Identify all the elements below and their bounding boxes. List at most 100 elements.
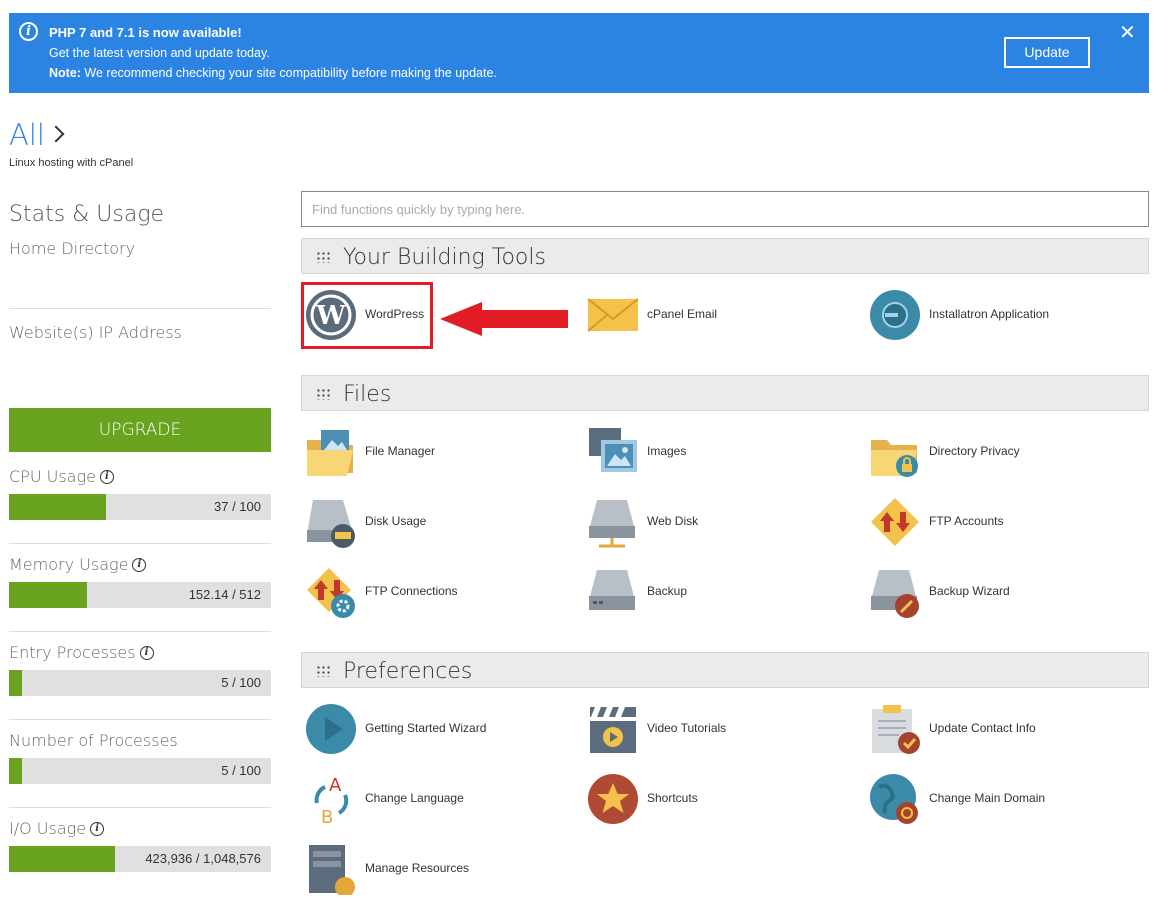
info-icon[interactable]: i — [90, 821, 105, 836]
section-header-files[interactable]: Files — [301, 375, 1149, 411]
highlight-box — [301, 282, 433, 349]
chevron-right-icon[interactable] — [47, 125, 65, 143]
section-header-preferences[interactable]: Preferences — [301, 652, 1149, 688]
banner-note-label: Note: — [49, 66, 81, 80]
upgrade-button[interactable]: UPGRADE — [9, 408, 271, 452]
language-icon: AB — [305, 773, 357, 828]
info-icon[interactable]: i — [139, 645, 154, 660]
usage-bar: 5 / 100 — [9, 670, 271, 696]
stat-label-text: Number of Processes — [9, 731, 178, 750]
installatron-icon — [869, 289, 921, 341]
divider — [9, 807, 271, 808]
red-arrow-icon — [440, 302, 568, 336]
tool-item-label: Installatron Application — [929, 307, 1050, 321]
search-input[interactable] — [301, 191, 1149, 227]
web-disk-icon — [587, 496, 639, 548]
tool-item-label: Backup — [647, 584, 688, 598]
usage-value: 423,936 / 1,048,576 — [145, 851, 261, 866]
server-gear-icon — [305, 843, 357, 897]
backup-wizard-icon — [869, 566, 921, 618]
usage-value: 5 / 100 — [221, 763, 261, 778]
info-icon[interactable]: i — [132, 557, 147, 572]
usage-value: 152.14 / 512 — [188, 587, 261, 602]
globe-icon — [869, 773, 921, 825]
tool-item-web-disk[interactable]: Web Disk — [587, 494, 857, 548]
drag-handle-icon[interactable] — [316, 388, 330, 400]
home-directory-label: Home Directory — [9, 239, 136, 258]
usage-bar: 423,936 / 1,048,576 — [9, 846, 271, 872]
tool-item-backup-wizard[interactable]: Backup Wizard — [869, 564, 1139, 618]
stat-label: CPU Usage i — [9, 467, 114, 486]
tool-item-images[interactable]: Images — [587, 424, 857, 478]
clipboard-check-icon — [869, 703, 921, 755]
ip-address-label: Website(s) IP Address — [9, 323, 182, 342]
tool-item-installatron-application[interactable]: Installatron Application — [869, 287, 1139, 341]
breadcrumb-all[interactable]: All — [9, 118, 45, 152]
usage-bar-fill — [9, 758, 22, 784]
tool-item-label: Backup Wizard — [929, 584, 1010, 598]
tool-item-backup[interactable]: Backup — [587, 564, 857, 618]
page-subtitle: Linux hosting with cPanel — [9, 157, 134, 169]
tool-item-change-main-domain[interactable]: Change Main Domain — [869, 771, 1139, 825]
divider — [9, 308, 271, 309]
usage-value: 5 / 100 — [221, 675, 261, 690]
ftp-accounts-icon — [869, 496, 921, 548]
images-icon — [587, 426, 639, 478]
tool-item-ftp-connections[interactable]: FTP Connections — [305, 564, 575, 618]
tool-item-video-tutorials[interactable]: Video Tutorials — [587, 701, 857, 755]
folder-lock-icon — [869, 426, 921, 478]
tool-item-label: Images — [647, 444, 687, 458]
tool-item-label: Change Main Domain — [929, 791, 1046, 805]
usage-bar-fill — [9, 670, 22, 696]
tool-item-file-manager[interactable]: File Manager — [305, 424, 575, 478]
notification-banner: i PHP 7 and 7.1 is now available! Get th… — [9, 13, 1149, 93]
usage-bar-fill — [9, 582, 87, 608]
stat-label: Memory Usage i — [9, 555, 147, 574]
stat-label: Number of Processes — [9, 731, 178, 750]
section-title: Your Building Tools — [343, 245, 546, 270]
tool-item-change-language[interactable]: A B Change Language — [305, 771, 575, 828]
tool-item-directory-privacy[interactable]: Directory Privacy — [869, 424, 1139, 478]
tool-item-shortcuts[interactable]: Shortcuts — [587, 771, 857, 825]
stat-label-text: Entry Processes — [9, 643, 136, 662]
tool-item-ftp-accounts[interactable]: FTP Accounts — [869, 494, 1139, 548]
drag-handle-icon[interactable] — [316, 665, 330, 677]
close-icon[interactable]: ✕ — [1119, 23, 1136, 43]
tool-item-manage-resources[interactable]: Manage Resources — [305, 841, 575, 897]
tool-item-label: Disk Usage — [365, 514, 427, 528]
ftp-connections-icon — [305, 566, 357, 618]
info-icon: i — [19, 22, 38, 41]
stat-label-text: Memory Usage — [9, 555, 129, 574]
tool-item-label: Manage Resources — [365, 861, 470, 875]
svg-text:B: B — [321, 807, 333, 825]
usage-bar: 37 / 100 — [9, 494, 271, 520]
tool-item-disk-usage[interactable]: Disk Usage — [305, 494, 575, 548]
divider — [9, 719, 271, 720]
tool-item-label: FTP Accounts — [929, 514, 1004, 528]
tool-item-update-contact-info[interactable]: Update Contact Info — [869, 701, 1139, 755]
tool-item-label: FTP Connections — [365, 584, 458, 598]
usage-bar-fill — [9, 846, 115, 872]
usage-value: 37 / 100 — [214, 499, 261, 514]
tool-item-label: Directory Privacy — [929, 444, 1020, 458]
star-icon — [587, 773, 639, 825]
banner-title: PHP 7 and 7.1 is now available! — [49, 25, 242, 40]
section-header-building-tools[interactable]: Your Building Tools — [301, 238, 1149, 274]
tool-item-cpanel-email[interactable]: cPanel Email — [587, 287, 857, 341]
stat-label: I/O Usage i — [9, 819, 105, 838]
update-button[interactable]: Update — [1004, 37, 1090, 68]
tool-item-label: Web Disk — [647, 514, 699, 528]
usage-bar-fill — [9, 494, 106, 520]
tool-item-label: Shortcuts — [647, 791, 698, 805]
drag-handle-icon[interactable] — [316, 251, 330, 263]
info-icon[interactable]: i — [99, 469, 114, 484]
play-icon — [305, 703, 357, 755]
disk-usage-icon — [305, 496, 357, 548]
banner-message: Get the latest version and update today. — [49, 46, 270, 60]
tool-item-getting-started-wizard[interactable]: Getting Started Wizard — [305, 701, 575, 755]
stats-heading: Stats & Usage — [9, 202, 165, 227]
tool-item-label: Getting Started Wizard — [365, 721, 487, 735]
clapperboard-icon — [587, 703, 639, 755]
usage-bar: 152.14 / 512 — [9, 582, 271, 608]
section-title: Preferences — [343, 659, 473, 684]
